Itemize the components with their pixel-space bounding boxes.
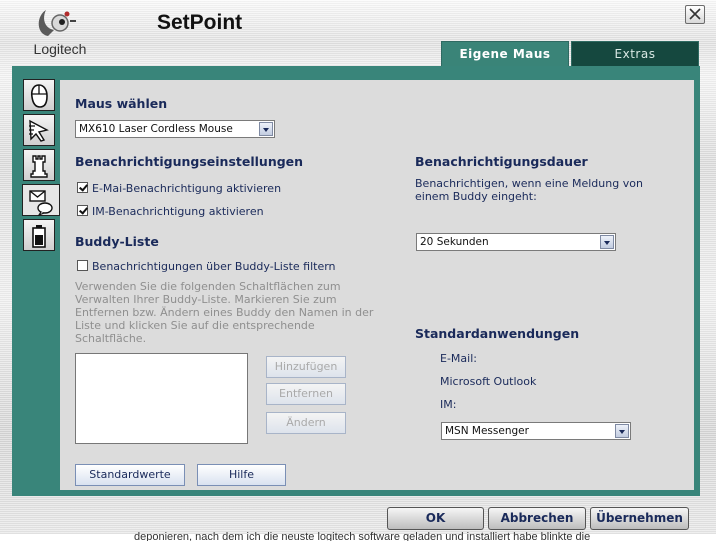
defaults-button[interactable]: Standardwerte: [75, 464, 185, 486]
close-button[interactable]: [685, 5, 705, 24]
im-app-select[interactable]: MSN Messenger: [441, 422, 631, 440]
setpoint-window: Logitech SetPoint Eigene Maus Extras Mau…: [0, 0, 716, 541]
default-apps-heading: Standardanwendungen: [415, 326, 580, 341]
buddy-help-text: Verwenden Sie die folgenden Schaltfläche…: [75, 280, 374, 345]
mouse-select-heading: Maus wählen: [75, 96, 168, 111]
app-title: SetPoint: [157, 11, 243, 34]
default-email-label: E-Mail:: [440, 352, 477, 365]
add-buddy-button[interactable]: Hinzufügen: [266, 356, 346, 378]
notification-duration-heading: Benachrichtigungsdauer: [415, 154, 588, 169]
chevron-down-icon[interactable]: [259, 122, 273, 136]
chevron-down-icon[interactable]: [600, 235, 614, 249]
chess-rook-icon: [30, 155, 48, 178]
chevron-down-icon[interactable]: [615, 424, 629, 438]
logitech-logo: Logitech: [30, 6, 90, 60]
messenger-icon: [29, 190, 53, 216]
buddy-filter-checkbox[interactable]: [77, 260, 88, 271]
tab-eigene-maus[interactable]: Eigene Maus: [441, 41, 569, 67]
notification-settings-heading: Benachrichtigungseinstellungen: [75, 154, 304, 169]
im-notification-checkbox[interactable]: [77, 205, 88, 216]
change-buddy-button[interactable]: Ändern: [266, 412, 346, 434]
default-im-label: IM:: [440, 398, 457, 411]
duration-select[interactable]: 20 Sekunden: [416, 233, 616, 251]
im-app-select-value: MSN Messenger: [445, 425, 529, 437]
remove-buddy-button[interactable]: Entfernen: [266, 383, 346, 405]
background-page-text: deponieren, nach dem ich die neuste logi…: [134, 531, 591, 541]
tab-extras[interactable]: Extras: [571, 41, 699, 67]
buddy-listbox[interactable]: [75, 353, 248, 444]
mouse-select[interactable]: MX610 Laser Cordless Mouse: [75, 120, 275, 138]
sidebar-item-mouse[interactable]: [23, 79, 55, 111]
im-notification-label: IM-Benachrichtigung aktivieren: [92, 205, 264, 218]
pointer-icon: [29, 119, 49, 142]
battery-icon: [32, 225, 46, 248]
apply-button[interactable]: Übernehmen: [590, 507, 689, 530]
sidebar-item-game[interactable]: [23, 149, 55, 181]
logitech-eye-icon: [38, 10, 76, 36]
help-button[interactable]: Hilfe: [197, 464, 286, 486]
sidebar-item-battery[interactable]: [23, 219, 55, 251]
duration-select-value: 20 Sekunden: [420, 236, 489, 248]
background-page-strip: deponieren, nach dem ich die neuste logi…: [0, 531, 716, 541]
ok-button[interactable]: OK: [387, 507, 484, 530]
mouse-icon: [30, 84, 48, 108]
cancel-button[interactable]: Abbrechen: [488, 507, 586, 530]
email-notification-label: E-Mai-Benachrichtigung aktivieren: [92, 182, 282, 195]
default-email-app: Microsoft Outlook: [440, 375, 537, 388]
buddy-filter-label: Benachrichtigungen über Buddy-Liste filt…: [92, 260, 336, 273]
sidebar-item-messenger[interactable]: [22, 184, 60, 216]
close-icon: [689, 8, 701, 20]
mouse-select-value: MX610 Laser Cordless Mouse: [79, 123, 233, 135]
buddy-list-heading: Buddy-Liste: [75, 234, 159, 249]
email-notification-checkbox[interactable]: [77, 182, 88, 193]
duration-description: Benachrichtigen, wenn eine Meldung von e…: [415, 177, 643, 203]
sidebar-item-pointer[interactable]: [23, 114, 55, 146]
logo-text: Logitech: [33, 41, 87, 57]
